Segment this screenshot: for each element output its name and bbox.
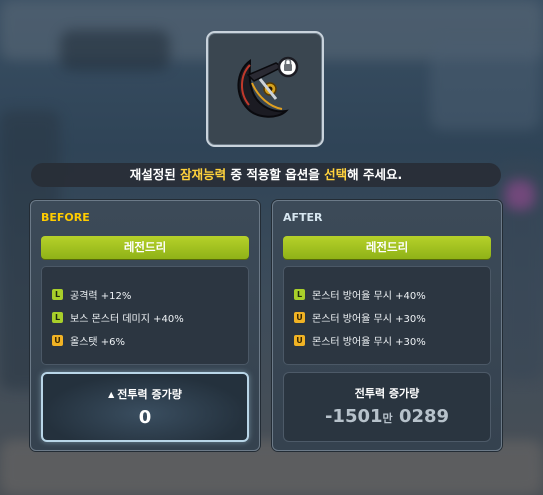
background-blur	[505, 180, 535, 210]
after-option-2: U 몬스터 방어율 무시 +30%	[294, 310, 426, 325]
before-power-value: 0	[138, 407, 152, 428]
before-power-label: 전투력 증가량	[117, 388, 182, 401]
after-title: AFTER	[283, 211, 323, 224]
after-power-change: 전투력 증가량 -1501만 0289	[283, 372, 491, 442]
before-option-panel[interactable]: BEFORE 레전드리 L 공격력 +12% L 보스 몬스터 데미지 +40%…	[30, 200, 260, 451]
before-option-2: L 보스 몬스터 데미지 +40%	[52, 310, 184, 325]
after-option-1: L 몬스터 방어율 무시 +40%	[294, 287, 426, 302]
after-grade-label: 레전드리	[283, 236, 491, 259]
after-power-value: -1501만 0289	[324, 406, 450, 427]
before-option-3: U 올스탯 +6%	[52, 333, 125, 348]
selection-prompt: 재설정된 잠재능력 중 적용할 옵션을 선택해 주세요.	[31, 163, 501, 187]
legendary-tier-icon: L	[52, 288, 63, 300]
prompt-highlight-select: 선택	[324, 167, 348, 182]
background-blur	[430, 40, 540, 130]
after-option-3: U 몬스터 방어율 무시 +30%	[294, 333, 426, 348]
before-grade-label: 레전드리	[41, 236, 249, 259]
item-slot	[206, 31, 324, 147]
after-option-panel[interactable]: AFTER 레전드리 L 몬스터 방어율 무시 +40% U 몬스터 방어율 무…	[272, 200, 502, 451]
prompt-highlight-potential: 잠재능력	[180, 167, 227, 182]
before-power-change: ▲ 전투력 증가량 0	[41, 372, 249, 442]
before-options-list: L 공격력 +12% L 보스 몬스터 데미지 +40% U 올스탯 +6%	[41, 266, 249, 365]
dark-scythe-weapon-icon	[237, 56, 299, 118]
background-blur	[60, 30, 170, 70]
triangle-up-icon: ▲	[108, 390, 115, 399]
after-power-label: 전투력 증가량	[354, 387, 420, 400]
legendary-tier-icon: L	[52, 311, 63, 323]
unique-tier-icon: U	[294, 311, 305, 323]
before-title: BEFORE	[41, 211, 90, 224]
unique-tier-icon: U	[294, 334, 305, 346]
after-options-list: L 몬스터 방어율 무시 +40% U 몬스터 방어율 무시 +30% U 몬스…	[283, 266, 491, 365]
legendary-tier-icon: L	[294, 288, 305, 300]
before-option-1: L 공격력 +12%	[52, 287, 131, 302]
unique-tier-icon: U	[52, 334, 63, 346]
